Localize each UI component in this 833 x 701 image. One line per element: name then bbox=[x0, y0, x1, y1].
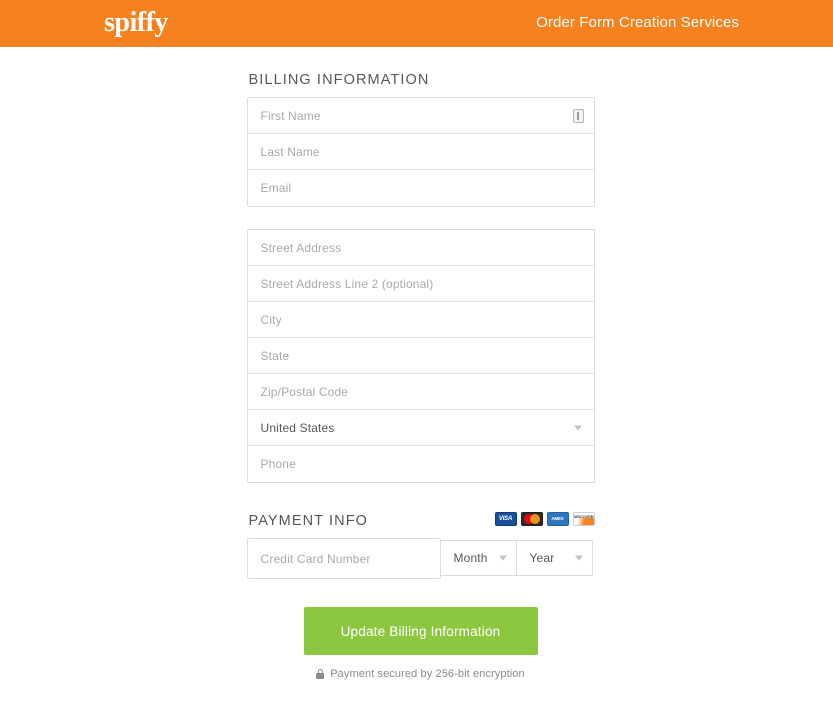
billing-form: BILLING INFORMATION First Name Last Name… bbox=[246, 47, 595, 680]
header-title: Order Form Creation Services bbox=[536, 14, 739, 31]
submit-area: Update Billing Information bbox=[247, 607, 595, 655]
chevron-down-icon bbox=[573, 425, 582, 430]
last-name-placeholder: Last Name bbox=[260, 144, 320, 159]
city-field[interactable]: City bbox=[247, 302, 594, 338]
lock-icon bbox=[316, 669, 325, 679]
first-name-field[interactable]: First Name bbox=[247, 98, 594, 134]
phone-placeholder: Phone bbox=[260, 457, 296, 471]
credit-card-number-field[interactable]: Credit Card Number bbox=[246, 538, 441, 579]
amex-card-icon: AMEX bbox=[546, 512, 569, 526]
state-placeholder: State bbox=[260, 348, 290, 363]
discover-card-icon: DISCOVER bbox=[572, 512, 595, 526]
page-header: spiffy Order Form Creation Services bbox=[0, 0, 833, 47]
chevron-down-icon bbox=[498, 555, 507, 561]
phone-field[interactable]: Phone bbox=[247, 446, 594, 482]
billing-section-title: BILLING INFORMATION bbox=[248, 72, 430, 88]
zip-field[interactable]: Zip/Postal Code bbox=[247, 374, 594, 410]
first-name-placeholder: First Name bbox=[260, 108, 321, 123]
country-select[interactable]: United States bbox=[247, 410, 594, 446]
zip-placeholder: Zip/Postal Code bbox=[260, 384, 349, 399]
credit-card-number-placeholder: Credit Card Number bbox=[260, 551, 371, 566]
expiry-year-select[interactable]: Year bbox=[516, 540, 593, 576]
expiry-month-value: Month bbox=[453, 551, 488, 565]
visa-card-label: VISA bbox=[498, 516, 513, 522]
secure-payment-note: Payment secured by 256-bit encryption bbox=[247, 668, 595, 680]
autofill-contact-icon[interactable] bbox=[572, 108, 584, 123]
street-address-2-field[interactable]: Street Address Line 2 (optional) bbox=[247, 266, 594, 302]
country-value: United States bbox=[260, 420, 335, 435]
update-billing-information-button[interactable]: Update Billing Information bbox=[303, 607, 538, 655]
chevron-down-icon bbox=[574, 555, 583, 561]
last-name-field[interactable]: Last Name bbox=[247, 134, 594, 170]
email-field[interactable]: Email bbox=[247, 170, 594, 206]
name-field-group: First Name Last Name Email bbox=[246, 97, 595, 207]
visa-card-icon: VISA bbox=[494, 512, 517, 526]
payment-section-spacer bbox=[247, 483, 595, 512]
payment-header-row: PAYMENT INFO VISA AMEX DISCOVER bbox=[247, 512, 595, 529]
payment-input-row: Credit Card Number Month Year bbox=[246, 538, 595, 579]
brand-logo[interactable]: spiffy bbox=[104, 6, 168, 40]
street-address-field[interactable]: Street Address bbox=[247, 230, 594, 266]
accepted-cards: VISA AMEX DISCOVER bbox=[494, 512, 595, 526]
city-placeholder: City bbox=[260, 312, 282, 327]
secure-payment-text: Payment secured by 256-bit encryption bbox=[330, 668, 525, 680]
payment-section-title: PAYMENT INFO bbox=[248, 513, 369, 529]
expiry-year-value: Year bbox=[529, 551, 555, 565]
address-field-group: Street Address Street Address Line 2 (op… bbox=[246, 229, 595, 483]
street-address-placeholder: Street Address bbox=[260, 240, 342, 255]
street-address-2-placeholder: Street Address Line 2 (optional) bbox=[260, 276, 434, 291]
email-placeholder: Email bbox=[260, 181, 292, 195]
state-field[interactable]: State bbox=[247, 338, 594, 374]
expiry-month-select[interactable]: Month bbox=[440, 540, 517, 576]
mastercard-card-icon bbox=[520, 512, 543, 526]
